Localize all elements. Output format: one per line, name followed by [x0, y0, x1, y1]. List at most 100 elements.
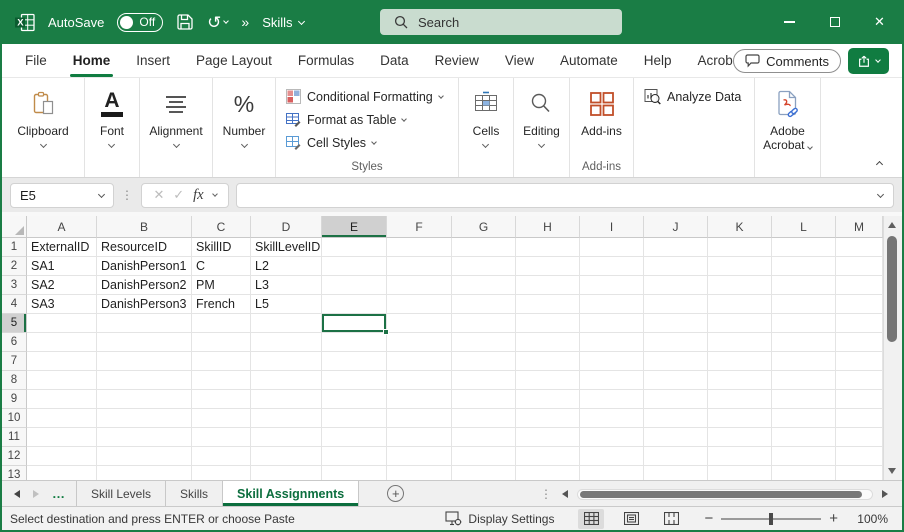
cell-K7[interactable]	[708, 352, 772, 371]
cell-H6[interactable]	[516, 333, 580, 352]
cell-B7[interactable]	[97, 352, 192, 371]
cell-H3[interactable]	[516, 276, 580, 295]
cell-C4[interactable]: French	[192, 295, 251, 314]
row-header-6[interactable]: 6	[2, 333, 27, 352]
cell-B4[interactable]: DanishPerson3	[97, 295, 192, 314]
insert-function-button[interactable]: fx	[193, 187, 203, 204]
cell-L5[interactable]	[772, 314, 836, 333]
name-box[interactable]: E5	[10, 183, 114, 208]
minimize-button[interactable]	[767, 0, 812, 44]
cell-K8[interactable]	[708, 371, 772, 390]
cell-H10[interactable]	[516, 409, 580, 428]
search-input[interactable]: Search	[380, 9, 622, 35]
row-header-5[interactable]: 5	[2, 314, 27, 333]
row-header-8[interactable]: 8	[2, 371, 27, 390]
cell-K6[interactable]	[708, 333, 772, 352]
cell-B3[interactable]: DanishPerson2	[97, 276, 192, 295]
cell-G6[interactable]	[452, 333, 516, 352]
cell-L6[interactable]	[772, 333, 836, 352]
cell-G1[interactable]	[452, 238, 516, 257]
column-header-A[interactable]: A	[27, 216, 97, 238]
enter-button[interactable]: ✓	[173, 187, 184, 203]
column-header-F[interactable]: F	[387, 216, 452, 238]
cell-B8[interactable]	[97, 371, 192, 390]
cell-L13[interactable]	[772, 466, 836, 480]
cell-C1[interactable]: SkillID	[192, 238, 251, 257]
formula-input[interactable]	[236, 183, 894, 208]
scroll-down-button[interactable]	[884, 464, 900, 478]
sheet-tab-skills[interactable]: Skills	[166, 481, 223, 506]
new-sheet-button[interactable]: +	[387, 485, 404, 502]
cell-J11[interactable]	[644, 428, 708, 447]
close-button[interactable]: ✕	[857, 0, 902, 44]
cell-D4[interactable]: L5	[251, 295, 322, 314]
cell-J3[interactable]	[644, 276, 708, 295]
cell-E2[interactable]	[322, 257, 387, 276]
cell-L12[interactable]	[772, 447, 836, 466]
fill-handle[interactable]	[383, 329, 389, 335]
cell-I12[interactable]	[580, 447, 644, 466]
cell-A1[interactable]: ExternalID	[27, 238, 97, 257]
previous-sheet-button[interactable]	[14, 490, 20, 498]
cell-B6[interactable]	[97, 333, 192, 352]
column-header-D[interactable]: D	[251, 216, 322, 238]
cell-D5[interactable]	[251, 314, 322, 333]
cell-M13[interactable]	[836, 466, 883, 480]
cell-M9[interactable]	[836, 390, 883, 409]
cell-F4[interactable]	[387, 295, 452, 314]
cancel-button[interactable]: ✕	[153, 187, 164, 203]
scroll-left-button[interactable]	[562, 490, 568, 498]
column-header-I[interactable]: I	[580, 216, 644, 238]
ribbon-tab-help[interactable]: Help	[631, 44, 685, 77]
number-button[interactable]: % Number	[215, 84, 274, 177]
cell-H1[interactable]	[516, 238, 580, 257]
save-button[interactable]	[176, 13, 194, 31]
cell-A9[interactable]	[27, 390, 97, 409]
cell-M6[interactable]	[836, 333, 883, 352]
excel-logo-icon[interactable]: X	[15, 13, 35, 32]
cell-L7[interactable]	[772, 352, 836, 371]
row-header-10[interactable]: 10	[2, 409, 27, 428]
ribbon-tab-file[interactable]: File	[12, 44, 60, 77]
cell-G8[interactable]	[452, 371, 516, 390]
all-sheets-button[interactable]: …	[52, 489, 66, 499]
vertical-scrollbar[interactable]	[883, 216, 900, 480]
horizontal-scrollbar-thumb[interactable]	[580, 491, 862, 498]
cell-L10[interactable]	[772, 409, 836, 428]
cell-E13[interactable]	[322, 466, 387, 480]
cell-L4[interactable]	[772, 295, 836, 314]
page-break-view-button[interactable]	[658, 509, 684, 529]
cell-J4[interactable]	[644, 295, 708, 314]
cell-D9[interactable]	[251, 390, 322, 409]
cell-J7[interactable]	[644, 352, 708, 371]
row-header-7[interactable]: 7	[2, 352, 27, 371]
scroll-right-button[interactable]	[882, 490, 888, 498]
cell-M5[interactable]	[836, 314, 883, 333]
cell-E5[interactable]	[322, 314, 387, 333]
conditional-formatting-button[interactable]: Conditional Formatting	[286, 86, 443, 107]
cell-D3[interactable]: L3	[251, 276, 322, 295]
column-header-H[interactable]: H	[516, 216, 580, 238]
cell-D11[interactable]	[251, 428, 322, 447]
cell-C7[interactable]	[192, 352, 251, 371]
cell-G3[interactable]	[452, 276, 516, 295]
cell-F10[interactable]	[387, 409, 452, 428]
cell-M2[interactable]	[836, 257, 883, 276]
column-header-M[interactable]: M	[836, 216, 883, 238]
column-header-E[interactable]: E	[322, 216, 387, 238]
cell-C2[interactable]: C	[192, 257, 251, 276]
cell-L3[interactable]	[772, 276, 836, 295]
cell-M8[interactable]	[836, 371, 883, 390]
display-settings-button[interactable]: Display Settings	[445, 511, 554, 526]
cell-F6[interactable]	[387, 333, 452, 352]
cell-I13[interactable]	[580, 466, 644, 480]
comments-button[interactable]: Comments	[733, 49, 841, 73]
cell-A6[interactable]	[27, 333, 97, 352]
cell-D12[interactable]	[251, 447, 322, 466]
zoom-slider-handle[interactable]	[769, 513, 773, 525]
cell-A13[interactable]	[27, 466, 97, 480]
zoom-slider[interactable]	[721, 518, 821, 520]
cell-G2[interactable]	[452, 257, 516, 276]
cell-D7[interactable]	[251, 352, 322, 371]
cell-K10[interactable]	[708, 409, 772, 428]
